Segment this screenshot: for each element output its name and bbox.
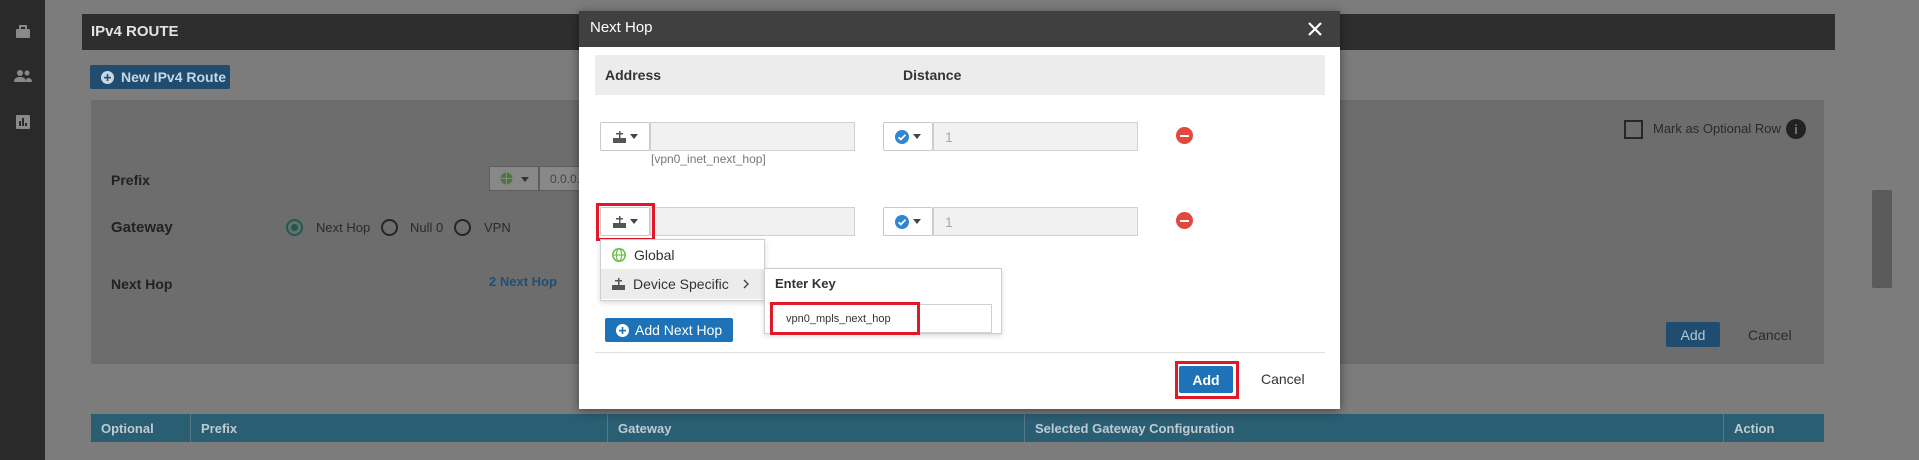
menu-item-global[interactable]: Global <box>601 240 764 270</box>
add-button[interactable]: Add <box>1179 366 1233 393</box>
menu-item-global-label: Global <box>634 247 675 263</box>
section-title: IPv4 ROUTE <box>91 23 179 40</box>
gateway-radio-next-hop[interactable] <box>286 219 303 236</box>
gateway-option-null0: Null 0 <box>410 220 444 235</box>
prefix-label: Prefix <box>111 172 150 188</box>
menu-item-device-specific[interactable]: Device Specific <box>601 269 764 299</box>
next-hop-link[interactable]: 2 Next Hop <box>489 274 557 289</box>
chevron-right-icon <box>743 279 749 289</box>
modal-title: Next Hop <box>590 19 653 36</box>
new-ipv4-route-button[interactable]: New IPv4 Route <box>90 65 230 89</box>
close-icon[interactable] <box>1303 17 1327 41</box>
column-divider <box>1024 414 1025 442</box>
address-input[interactable] <box>650 122 855 151</box>
enter-key-title: Enter Key <box>775 276 836 291</box>
chevron-down-icon <box>913 219 921 224</box>
column-divider <box>607 414 608 442</box>
address-scope-select[interactable] <box>600 122 650 151</box>
gateway-option-vpn: VPN <box>484 220 511 235</box>
key-input-highlight <box>770 302 920 335</box>
users-icon[interactable] <box>13 66 33 86</box>
column-divider <box>190 414 191 442</box>
column-gateway[interactable]: Gateway <box>618 421 671 436</box>
column-optional[interactable]: Optional <box>101 421 154 436</box>
prefix-input[interactable]: 0.0.0. <box>539 166 581 191</box>
gateway-radio-vpn[interactable] <box>454 219 471 236</box>
modal-footer-divider <box>595 352 1325 353</box>
column-prefix[interactable]: Prefix <box>201 421 237 436</box>
add-next-hop-button[interactable]: Add Next Hop <box>605 318 733 342</box>
address-input[interactable] <box>650 207 855 236</box>
distance-column-label: Distance <box>903 67 962 83</box>
optional-row-checkbox[interactable] <box>1624 120 1643 139</box>
toolbox-icon[interactable] <box>13 22 33 42</box>
globe-icon <box>612 248 626 262</box>
routes-table-header <box>91 414 1824 442</box>
plus-circle-icon <box>101 70 114 84</box>
route-cancel-button[interactable]: Cancel <box>1748 327 1792 343</box>
plus-circle-icon <box>616 323 629 337</box>
cancel-button[interactable]: Cancel <box>1261 371 1305 387</box>
remove-row-icon[interactable] <box>1176 127 1193 144</box>
remove-row-icon[interactable] <box>1176 212 1193 229</box>
chevron-down-icon <box>521 177 529 182</box>
new-route-label: New IPv4 Route <box>121 69 227 85</box>
address-select-highlight <box>596 203 655 241</box>
left-nav-rail <box>0 0 45 460</box>
reports-icon[interactable] <box>13 112 33 132</box>
add-next-hop-label: Add Next Hop <box>635 322 723 338</box>
distance-input[interactable]: 1 <box>933 122 1138 151</box>
check-circle-icon <box>895 214 909 229</box>
globe-icon <box>500 172 513 185</box>
chevron-down-icon <box>629 134 638 139</box>
gateway-option-next-hop: Next Hop <box>316 220 371 235</box>
route-add-button[interactable]: Add <box>1666 322 1720 347</box>
gateway-label: Gateway <box>111 219 173 236</box>
distance-scope-select[interactable] <box>883 207 933 236</box>
gateway-radio-null0[interactable] <box>381 219 398 236</box>
column-action[interactable]: Action <box>1734 421 1774 436</box>
next-hop-label: Next Hop <box>111 276 173 292</box>
optional-row-label: Mark as Optional Row <box>1653 121 1781 136</box>
chevron-down-icon <box>913 134 921 139</box>
address-column-label: Address <box>605 67 662 83</box>
device-icon <box>612 278 625 290</box>
prefix-scope-select[interactable] <box>489 166 539 191</box>
column-selected-gateway-configuration[interactable]: Selected Gateway Configuration <box>1035 421 1234 436</box>
device-icon <box>612 130 626 143</box>
menu-item-device-specific-label: Device Specific <box>633 276 729 292</box>
info-icon[interactable]: i <box>1786 119 1806 139</box>
check-circle-icon <box>895 129 909 144</box>
distance-input[interactable]: 1 <box>933 207 1138 236</box>
address-key-hint: [vpn0_inet_next_hop] <box>651 152 766 166</box>
modal-header <box>579 11 1340 47</box>
page-scrollbar[interactable] <box>1872 190 1892 288</box>
column-divider <box>1723 414 1724 442</box>
distance-scope-select[interactable] <box>883 122 933 151</box>
